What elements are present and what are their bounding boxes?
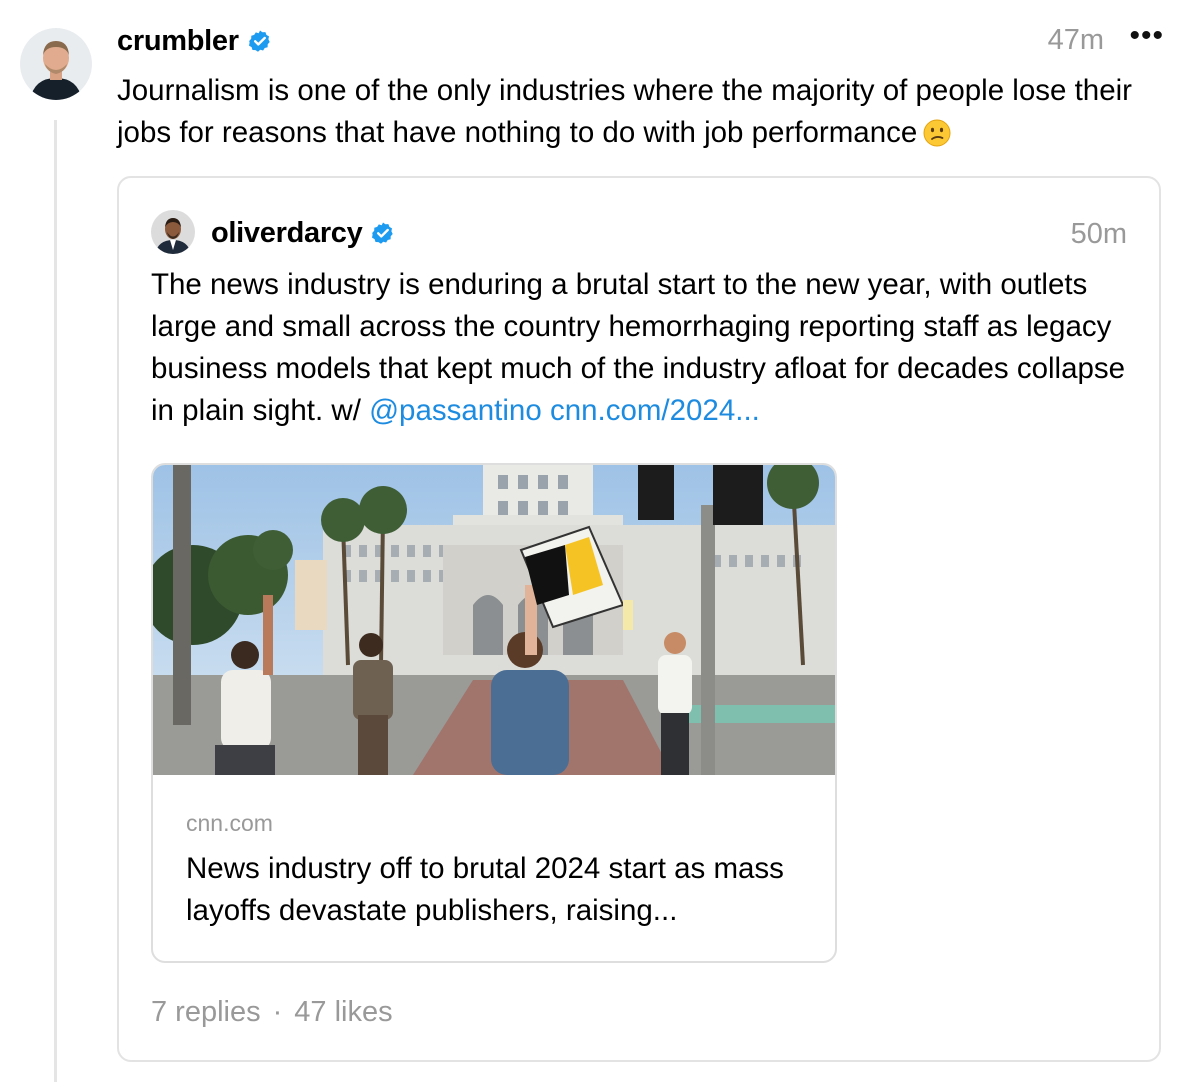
likes-count[interactable]: 47 likes xyxy=(294,996,392,1029)
post-body: Journalism is one of the only industries… xyxy=(117,70,1157,154)
stats-separator: · xyxy=(272,996,283,1028)
verified-badge-icon xyxy=(371,221,395,245)
link-preview-card[interactable]: cnn.com News industry off to brutal 2024… xyxy=(151,463,837,963)
quoted-post-body: The news industry is enduring a brutal s… xyxy=(151,264,1141,432)
article-preview-image xyxy=(153,465,835,775)
quoted-post-card[interactable]: oliverdarcy 50m The news industry is end… xyxy=(117,176,1161,1062)
post-text: Journalism is one of the only industries… xyxy=(117,74,1132,149)
engagement-stats: 7 replies · 47 likes xyxy=(151,996,393,1029)
author-username[interactable]: crumbler xyxy=(117,25,239,58)
quoted-post-header: oliverdarcy xyxy=(211,214,395,252)
verified-badge-icon xyxy=(248,29,272,53)
author-avatar[interactable] xyxy=(20,28,92,100)
quoted-author-username[interactable]: oliverdarcy xyxy=(211,217,363,250)
quoted-post-timestamp: 50m xyxy=(1070,218,1127,250)
thread-line xyxy=(54,120,57,1082)
quoted-author-avatar[interactable] xyxy=(151,210,195,254)
confused-face-icon xyxy=(923,117,951,147)
link-domain: cnn.com xyxy=(186,810,273,836)
article-url-link[interactable]: cnn.com/2024... xyxy=(550,394,760,427)
post-header: crumbler xyxy=(117,22,272,60)
more-options-button[interactable]: ••• xyxy=(1129,18,1164,54)
post-timestamp: 47m xyxy=(1047,24,1104,56)
replies-count[interactable]: 7 replies xyxy=(151,996,261,1029)
mention-link[interactable]: @passantino xyxy=(369,394,542,427)
link-title: News industry off to brutal 2024 start a… xyxy=(186,852,784,927)
